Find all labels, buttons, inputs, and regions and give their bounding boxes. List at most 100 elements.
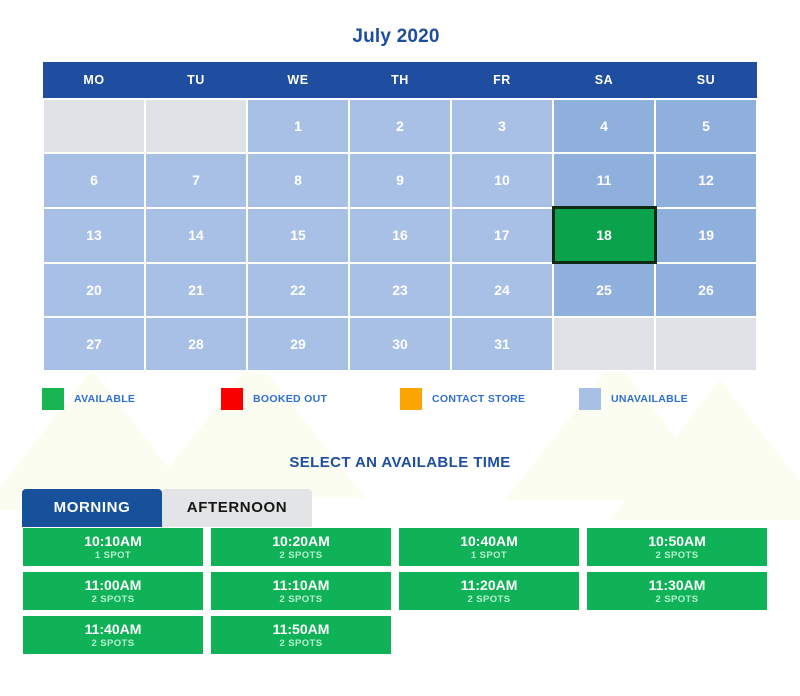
- time-slot-button[interactable]: 11:30AM 2 SPOTS: [586, 571, 768, 611]
- calendar-day-empty: [552, 316, 656, 372]
- legend-label: CONTACT STORE: [432, 393, 526, 405]
- legend-label: BOOKED OUT: [253, 393, 328, 405]
- time-slot-button[interactable]: 11:50AM 2 SPOTS: [210, 615, 392, 655]
- calendar-day-selected[interactable]: 18: [551, 206, 657, 264]
- time-slot-spots: 2 SPOTS: [91, 593, 135, 605]
- time-period-tabs: MORNING AFTERNOON: [22, 489, 800, 527]
- calendar-header-su: SU: [655, 62, 757, 99]
- time-slot-button[interactable]: 10:50AM 2 SPOTS: [586, 527, 768, 567]
- legend-item-contact: CONTACT STORE: [400, 388, 579, 410]
- calendar-day-unavailable[interactable]: 4: [552, 98, 656, 154]
- legend-label: AVAILABLE: [74, 393, 136, 405]
- time-slot-button[interactable]: 10:20AM 2 SPOTS: [210, 527, 392, 567]
- calendar-day-unavailable[interactable]: 5: [654, 98, 758, 154]
- legend-swatch-icon: [579, 388, 601, 410]
- legend-swatch-icon: [400, 388, 422, 410]
- time-slot-time: 11:40AM: [84, 620, 142, 637]
- calendar-header-fr: FR: [451, 62, 553, 99]
- time-slot-spots: 2 SPOTS: [279, 637, 323, 649]
- calendar-header-we: WE: [247, 62, 349, 99]
- calendar-day-empty: [42, 98, 146, 154]
- calendar-grid: MO TU WE TH FR SA SU 1 2 3 4 5 6 7 8 9 10 11 12 13 14 15 16 17…: [42, 62, 758, 372]
- calendar-legend: AVAILABLE BOOKED OUT CONTACT STORE UNAVAILA…: [42, 388, 758, 410]
- calendar-day-unavailable[interactable]: 28: [144, 316, 248, 372]
- calendar-day-unavailable[interactable]: 14: [144, 206, 248, 264]
- time-slot-time: 11:00AM: [84, 576, 142, 593]
- calendar-day-unavailable[interactable]: 19: [654, 206, 758, 264]
- calendar-day-unavailable[interactable]: 22: [246, 261, 350, 318]
- calendar-month-title: July 2020: [352, 26, 440, 47]
- time-slot-spots: 2 SPOTS: [91, 637, 135, 649]
- time-slot-time: 11:10AM: [272, 576, 330, 593]
- calendar-day-unavailable[interactable]: 20: [42, 261, 146, 318]
- calendar-day-unavailable[interactable]: 21: [144, 261, 248, 318]
- calendar-day-empty: [144, 98, 248, 154]
- time-slot-time: 10:10AM: [84, 532, 142, 549]
- calendar-header-row: MO TU WE TH FR SA SU: [43, 62, 757, 99]
- time-slot-time: 11:50AM: [272, 620, 330, 637]
- calendar-day-unavailable[interactable]: 1: [246, 98, 350, 154]
- calendar-day-unavailable[interactable]: 30: [348, 316, 452, 372]
- legend-swatch-icon: [42, 388, 64, 410]
- time-slot-spots: 1 SPOT: [94, 549, 132, 561]
- calendar-header-th: TH: [349, 62, 451, 99]
- tab-morning[interactable]: MORNING: [22, 489, 162, 527]
- legend-label: UNAVAILABLE: [611, 393, 688, 405]
- calendar-day-unavailable[interactable]: 8: [246, 152, 350, 209]
- time-slot-spots: 2 SPOTS: [279, 593, 323, 605]
- calendar-day-unavailable[interactable]: 2: [348, 98, 452, 154]
- calendar-day-unavailable[interactable]: 13: [42, 206, 146, 264]
- calendar-day-unavailable[interactable]: 27: [42, 316, 146, 372]
- calendar-week-row: 27 28 29 30 31: [42, 316, 758, 372]
- calendar-day-unavailable[interactable]: 25: [552, 261, 656, 318]
- time-slot-spots: 1 SPOT: [470, 549, 508, 561]
- select-time-heading: SELECT AN AVAILABLE TIME: [289, 454, 511, 471]
- calendar-day-unavailable[interactable]: 26: [654, 261, 758, 318]
- time-slot-time: 10:20AM: [272, 532, 330, 549]
- time-slot-time: 10:50AM: [648, 532, 706, 549]
- time-slot-spots: 2 SPOTS: [655, 549, 699, 561]
- calendar-week-row: 13 14 15 16 17 18 19: [42, 206, 758, 264]
- calendar-day-unavailable[interactable]: 24: [450, 261, 554, 318]
- time-slot-time: 11:20AM: [460, 576, 518, 593]
- calendar-header-mo: MO: [43, 62, 145, 99]
- calendar-day-unavailable[interactable]: 17: [450, 206, 554, 264]
- time-slot-button[interactable]: 10:10AM 1 SPOT: [22, 527, 204, 567]
- calendar-day-unavailable[interactable]: 11: [552, 152, 656, 209]
- calendar-day-unavailable[interactable]: 7: [144, 152, 248, 209]
- calendar-day-unavailable[interactable]: 16: [348, 206, 452, 264]
- tab-afternoon[interactable]: AFTERNOON: [162, 489, 312, 527]
- calendar-week-row: 20 21 22 23 24 25 26: [42, 261, 758, 318]
- legend-item-available: AVAILABLE: [42, 388, 221, 410]
- calendar-week-row: 12345: [42, 98, 758, 154]
- time-slot-button[interactable]: 11:40AM 2 SPOTS: [22, 615, 204, 655]
- calendar-header-sa: SA: [553, 62, 655, 99]
- time-slot-button[interactable]: 10:40AM 1 SPOT: [398, 527, 580, 567]
- time-slot-button[interactable]: 11:00AM 2 SPOTS: [22, 571, 204, 611]
- calendar-body: 1 2 3 4 5 6 7 8 9 10 11 12 13 14 15 16 17 18 19 20 21 22 23 24 2…: [42, 98, 758, 372]
- time-slot-time: 11:30AM: [648, 576, 706, 593]
- time-slot-time: 10:40AM: [460, 532, 518, 549]
- time-slot-button[interactable]: 11:10AM 2 SPOTS: [210, 571, 392, 611]
- legend-swatch-icon: [221, 388, 243, 410]
- calendar-day-unavailable[interactable]: 29: [246, 316, 350, 372]
- calendar-day-unavailable[interactable]: 23: [348, 261, 452, 318]
- calendar-day-unavailable[interactable]: 31: [450, 316, 554, 372]
- time-slot-grid: 10:10AM 1 SPOT 10:20AM 2 SPOTS 10:40AM 1 SPOT…: [22, 527, 774, 659]
- time-slot-spots: 2 SPOTS: [279, 549, 323, 561]
- calendar-day-empty: [654, 316, 758, 372]
- calendar-day-unavailable[interactable]: 3: [450, 98, 554, 154]
- time-slot-button[interactable]: 11:20AM 2 SPOTS: [398, 571, 580, 611]
- time-slot-spots: 2 SPOTS: [467, 593, 511, 605]
- calendar-week-row: 6 7 8 9 10 11 12: [42, 152, 758, 209]
- calendar-day-unavailable[interactable]: 15: [246, 206, 350, 264]
- calendar-day-unavailable[interactable]: 12: [654, 152, 758, 209]
- legend-item-unavailable: UNAVAILABLE: [579, 388, 758, 410]
- time-slot-spots: 2 SPOTS: [655, 593, 699, 605]
- calendar-day-unavailable[interactable]: 6: [42, 152, 146, 209]
- booking-page: July 2020 MO TU WE TH FR SA SU 1 2 3 4 5 6 7 8 9 10 11 12…: [0, 0, 800, 659]
- calendar-day-unavailable[interactable]: 9: [348, 152, 452, 209]
- calendar-header-tu: TU: [145, 62, 247, 99]
- calendar-day-unavailable[interactable]: 10: [450, 152, 554, 209]
- legend-item-booked: BOOKED OUT: [221, 388, 400, 410]
